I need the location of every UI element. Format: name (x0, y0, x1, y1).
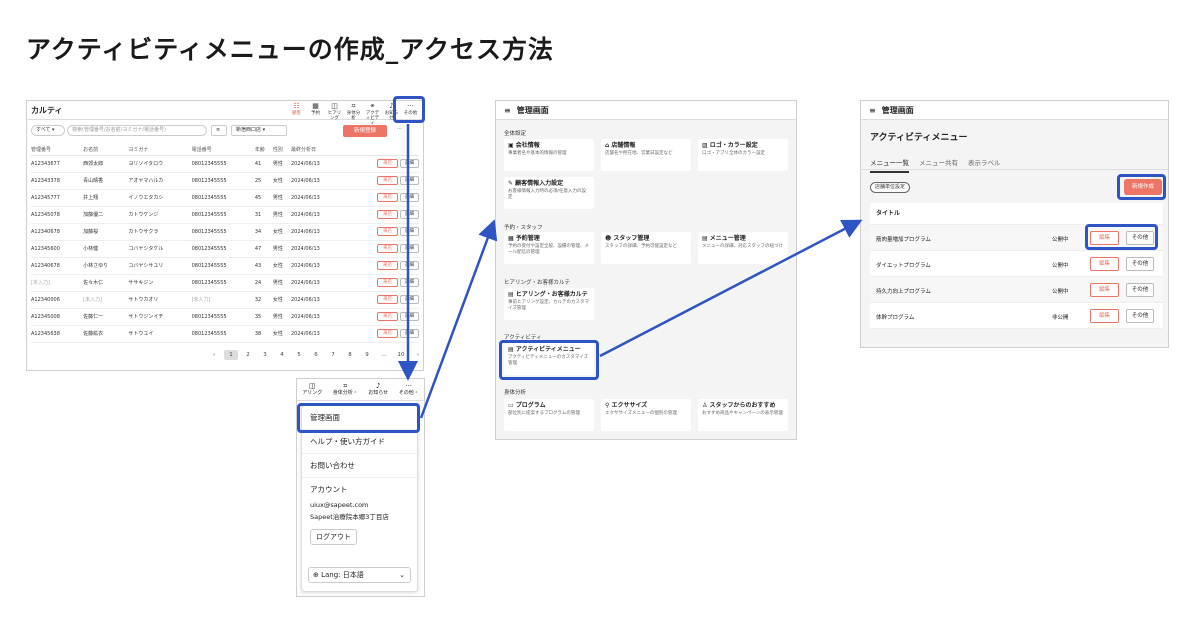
arrow-to-activity (599, 219, 863, 358)
arrow-to-admin (419, 219, 498, 419)
flow-arrows (398, 124, 863, 419)
